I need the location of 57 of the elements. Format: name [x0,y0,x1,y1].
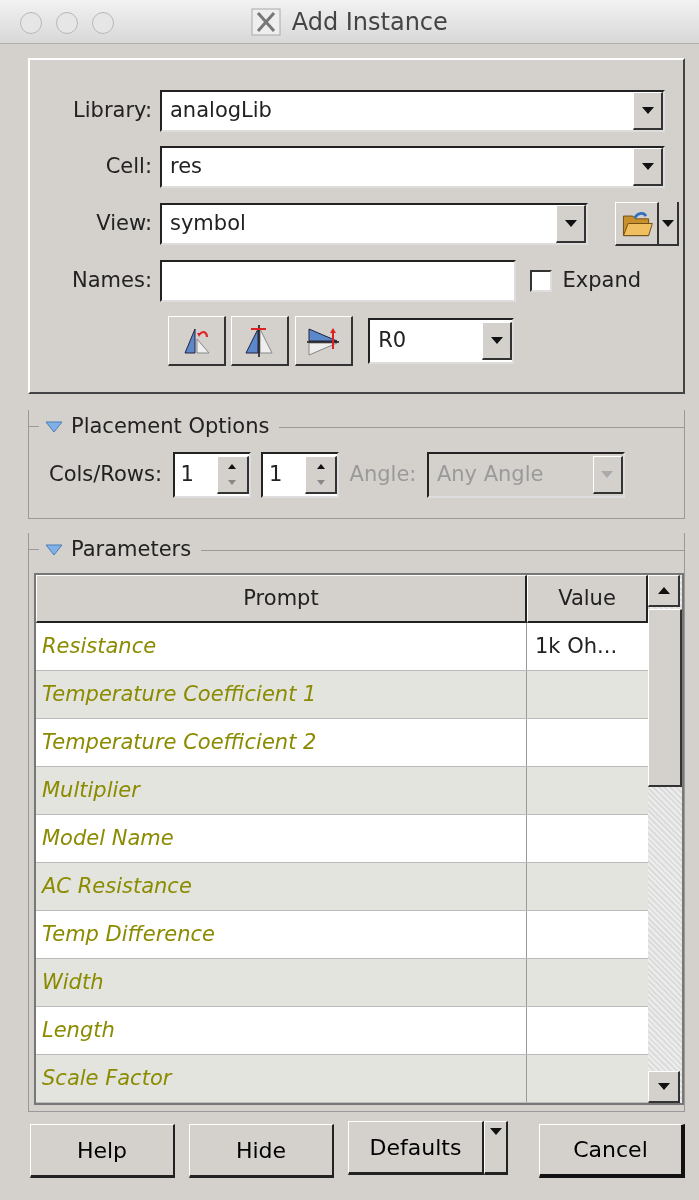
view-label: View: [95,210,153,238]
cols-spinbox[interactable]: 1 [172,452,251,498]
view-dropdown[interactable]: symbol [160,203,588,245]
scroll-down-button[interactable] [648,1071,680,1103]
parameter-prompt: Scale Factor [36,1055,527,1102]
parameter-prompt: Multiplier [36,767,527,814]
parameter-prompt: Resistance [36,623,527,670]
library-label: Library: [72,97,153,125]
cell-label: Cell: [104,153,153,181]
dropdown-value: analogLib [170,97,272,125]
dropdown-value: Any Angle [436,461,544,489]
window-title: Add Instance [291,6,448,38]
dropdown-value: R0 [378,327,407,355]
cols-rows-label: Cols/Rows: [49,461,163,489]
angle-label: Angle: [349,461,417,489]
scroll-thumb[interactable] [648,609,682,787]
scrollbar[interactable] [648,575,682,1103]
mirror-horizontal-button[interactable] [294,316,353,366]
expand-label: Expand [562,267,642,295]
dialog-button[interactable]: Cancel [539,1124,685,1178]
rotation-dropdown[interactable]: R0 [368,318,515,364]
dialog-button[interactable]: Hide [189,1124,334,1178]
spinbox-value: 1 [269,461,283,489]
parameter-prompt: Model Name [36,815,527,862]
library-dropdown[interactable]: analogLib [160,90,665,132]
rows-spinbox[interactable]: 1 [261,452,340,498]
folder-menu-button[interactable] [615,202,679,246]
dialog-button[interactable]: Help [30,1124,175,1178]
spin-arrows-icon[interactable] [305,456,338,494]
parameters-group-title: Parameters [71,536,192,564]
rotate-button[interactable] [168,316,226,366]
parameter-value[interactable]: 1k Oh... [527,623,648,670]
spinbox-value: 1 [180,461,194,489]
x-window-icon [251,7,282,36]
parameter-prompt: Length [36,1007,527,1054]
expand-checkbox[interactable] [530,270,552,292]
parameter-prompt: Temperature Coefficient 1 [36,671,527,718]
parameter-prompt: AC Resistance [36,863,527,910]
parameter-prompt: Width [36,959,527,1006]
defaults-button[interactable]: Defaults [348,1121,484,1175]
down-arrow-icon [656,1082,671,1091]
up-arrow-icon [656,586,671,595]
mirror-vertical-button[interactable] [231,316,290,366]
parameter-prompt: Temp Difference [36,911,527,958]
dropdown-value: symbol [170,210,246,238]
placement-group-title: Placement Options [71,413,270,441]
placement-toggle-icon[interactable] [45,420,63,434]
column-header[interactable]: Value [527,575,648,623]
cell-dropdown[interactable]: res [160,146,665,188]
names-field[interactable] [160,260,516,302]
spin-arrows-icon[interactable] [216,456,249,494]
scroll-up-button[interactable] [648,575,680,607]
column-header[interactable]: Prompt [36,575,527,623]
parameters-toggle-icon[interactable] [45,543,63,557]
parameter-prompt: Temperature Coefficient 2 [36,719,527,766]
dropdown-value: res [170,153,203,181]
names-label: Names: [71,267,153,295]
